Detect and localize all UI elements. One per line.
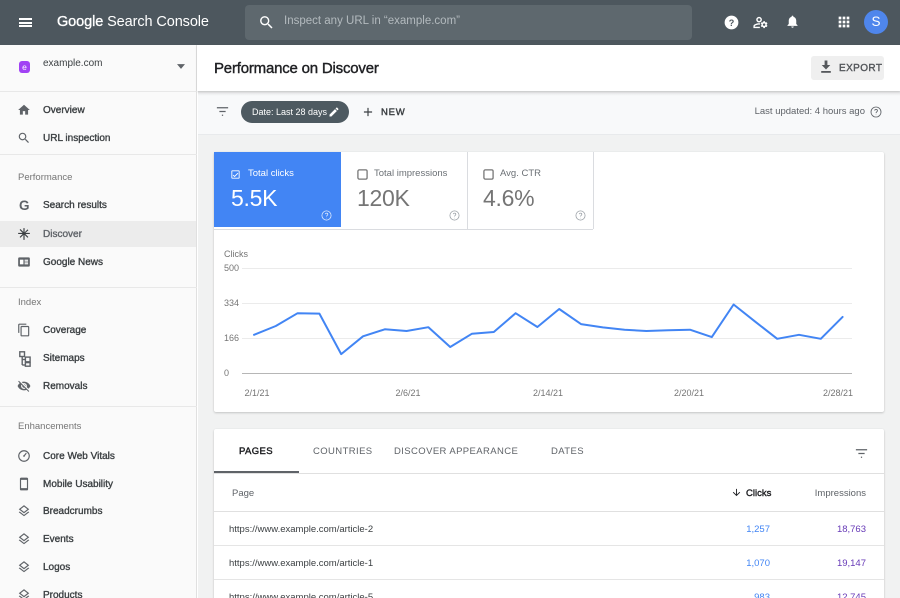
- svg-text:?: ?: [729, 18, 735, 28]
